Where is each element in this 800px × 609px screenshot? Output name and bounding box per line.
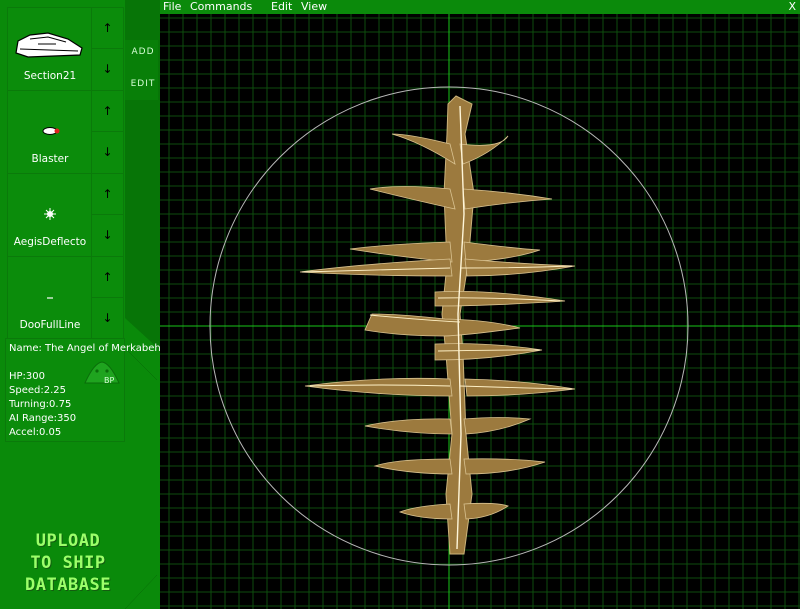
- sidebar: Section21 ↑ ↓ Blaster ↑ ↓ AegisDeflecto …: [0, 0, 161, 609]
- line-icon: [47, 297, 53, 299]
- menu-commands[interactable]: Commands: [190, 0, 252, 14]
- ship-turning: Turning:0.75: [9, 399, 72, 410]
- move-down-button[interactable]: ↓: [91, 297, 124, 340]
- component-label: Blaster: [31, 153, 69, 165]
- tab-edit[interactable]: EDIT: [128, 70, 158, 98]
- upload-to-ship-database-button[interactable]: UPLOAD TO SHIP DATABASE: [18, 530, 118, 600]
- bp-badge-text: BP: [104, 376, 114, 385]
- menu-edit[interactable]: Edit: [271, 0, 292, 14]
- component-slot-aegis-deflector[interactable]: AegisDeflecto: [7, 173, 93, 257]
- menu-bar: File Commands Edit View X: [160, 0, 800, 14]
- ship-hp: HP:300: [9, 371, 46, 382]
- move-up-button[interactable]: ↑: [91, 90, 124, 133]
- move-up-button[interactable]: ↑: [91, 173, 124, 216]
- component-slot-section21[interactable]: Section21: [7, 7, 93, 91]
- deflector-icon: [44, 208, 56, 220]
- component-label: DooFullLine: [19, 319, 81, 331]
- ship-ai-range: AI Range:350: [9, 413, 77, 424]
- component-label: Section21: [23, 70, 77, 82]
- move-down-button[interactable]: ↓: [91, 48, 124, 91]
- move-down-button[interactable]: ↓: [91, 131, 124, 174]
- ship-name: Name: The Angel of Merkabeh: [9, 343, 161, 354]
- close-button[interactable]: X: [788, 0, 796, 14]
- bp-logo-icon: BP: [84, 361, 120, 385]
- ship-section-icon: [15, 32, 83, 58]
- menu-view[interactable]: View: [301, 0, 327, 14]
- move-up-button[interactable]: ↑: [91, 7, 124, 50]
- upload-line-1: UPLOAD: [35, 531, 101, 551]
- upload-line-3: DATABASE: [25, 575, 111, 595]
- move-down-button[interactable]: ↓: [91, 214, 124, 257]
- blaster-icon: [42, 127, 60, 135]
- component-label: AegisDeflecto: [13, 236, 87, 248]
- ship-accel: Accel:0.05: [9, 427, 62, 438]
- component-slot-doo-full-line[interactable]: DooFullLine: [7, 256, 93, 340]
- upload-line-2: TO SHIP: [30, 553, 106, 573]
- ship-speed: Speed:2.25: [9, 385, 66, 396]
- menu-file[interactable]: File: [163, 0, 181, 14]
- ship-info-panel: Name: The Angel of Merkabeh HP:300 Speed…: [5, 338, 161, 442]
- component-slot-blaster[interactable]: Blaster: [7, 90, 93, 174]
- tab-add[interactable]: ADD: [128, 38, 158, 66]
- move-up-button[interactable]: ↑: [91, 256, 124, 299]
- ship-design-canvas[interactable]: [160, 14, 800, 609]
